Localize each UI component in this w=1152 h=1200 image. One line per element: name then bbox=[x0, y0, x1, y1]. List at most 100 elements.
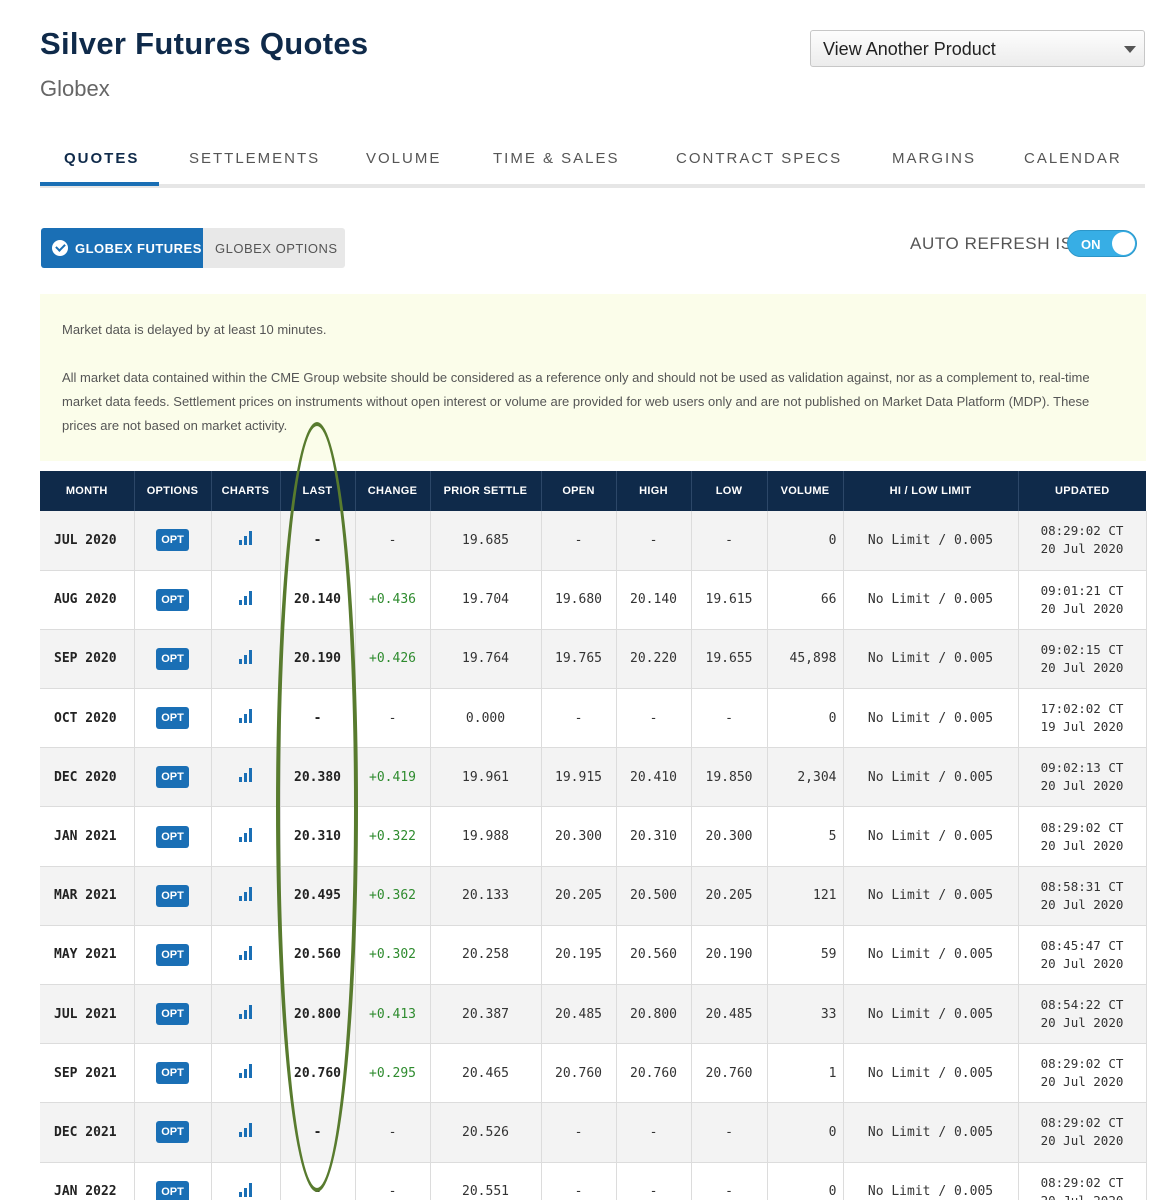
opt-button[interactable]: OPT bbox=[156, 943, 189, 966]
table-row: OCT 2020 OPT - -0.000- - -0 No Limit / 0.005 17… bbox=[40, 688, 1147, 749]
cell-open: 20.760 bbox=[541, 1043, 617, 1104]
cell-high: 20.560 bbox=[616, 925, 692, 986]
cell-updated: 09:02:15 CT 20 Jul 2020 bbox=[1018, 629, 1147, 690]
updated-time: 08:54:22 CT bbox=[1040, 997, 1124, 1013]
bar-chart-icon[interactable] bbox=[239, 531, 252, 546]
cell-updated: 08:58:31 CT 20 Jul 2020 bbox=[1018, 866, 1147, 926]
bar-chart-icon[interactable] bbox=[239, 1005, 252, 1020]
col-low[interactable]: LOW bbox=[690, 471, 767, 511]
bar-chart-icon[interactable] bbox=[239, 649, 252, 664]
cell-low: 19.615 bbox=[691, 570, 768, 630]
opt-button[interactable]: OPT bbox=[156, 1062, 189, 1085]
auto-refresh-toggle[interactable]: ON bbox=[1067, 230, 1137, 257]
cell-open: - bbox=[541, 1102, 617, 1163]
cell-open: - bbox=[541, 688, 617, 749]
check-circle-icon bbox=[52, 240, 68, 256]
cell-open: 19.915 bbox=[541, 747, 617, 808]
cell-last: 20.760 bbox=[280, 1043, 356, 1104]
cell-low: 19.655 bbox=[691, 629, 768, 690]
cell-prior-settle: 20.551 bbox=[430, 1162, 542, 1200]
col-volume[interactable]: VOLUME bbox=[766, 471, 843, 511]
opt-button[interactable]: OPT bbox=[156, 707, 189, 730]
col-charts[interactable]: CHARTS bbox=[210, 471, 280, 511]
cell-last: - bbox=[280, 1102, 356, 1163]
bar-chart-icon[interactable] bbox=[239, 709, 252, 724]
cell-low: - bbox=[691, 1102, 768, 1163]
col-options[interactable]: OPTIONS bbox=[133, 471, 211, 511]
updated-date: 20 Jul 2020 bbox=[1040, 1133, 1124, 1149]
opt-button[interactable]: OPT bbox=[156, 1003, 189, 1026]
cell-prior-settle: 20.133 bbox=[430, 866, 542, 926]
bar-chart-icon[interactable] bbox=[239, 827, 252, 842]
table-row: MAY 2021 OPT 20.560 +0.302 20.258 20.195 20.56… bbox=[40, 925, 1147, 986]
cell-updated: 17:02:02 CT 19 Jul 2020 bbox=[1018, 688, 1147, 749]
cell-low: - bbox=[691, 1162, 768, 1200]
cell-high: 20.310 bbox=[616, 806, 692, 867]
bar-chart-icon[interactable] bbox=[239, 886, 252, 901]
tab-quotes[interactable]: QUOTES bbox=[64, 150, 139, 167]
updated-date: 20 Jul 2020 bbox=[1040, 778, 1124, 794]
opt-button[interactable]: OPT bbox=[156, 766, 189, 789]
table-row: JUL 2020 OPT - -19.685- - -0 No Limit / 0.005 0… bbox=[40, 511, 1147, 571]
cell-open: 19.680 bbox=[541, 570, 617, 630]
table-row: DEC 2021 OPT - -20.526- - -0 No Limit / 0.005 0… bbox=[40, 1102, 1147, 1163]
cell-prior-settle: 19.685 bbox=[430, 511, 542, 571]
cell-change: +0.302 bbox=[355, 925, 431, 986]
updated-date: 20 Jul 2020 bbox=[1040, 1015, 1124, 1031]
cell-prior-settle: 19.988 bbox=[430, 806, 542, 867]
cell-hi-low-limit: No Limit / 0.005 bbox=[843, 1162, 1019, 1200]
updated-time: 08:29:02 CT bbox=[1040, 1115, 1124, 1131]
cell-last: 20.800 bbox=[280, 984, 356, 1045]
opt-button[interactable]: OPT bbox=[156, 884, 189, 907]
cell-updated: 08:29:02 CT 20 Jul 2020 bbox=[1018, 1043, 1147, 1104]
col-month[interactable]: MONTH bbox=[40, 471, 134, 511]
opt-button[interactable]: OPT bbox=[156, 1180, 189, 1200]
cell-last: - bbox=[280, 688, 356, 749]
tab-settlements[interactable]: SETTLEMENTS bbox=[189, 150, 320, 167]
table-row: DEC 2020 OPT 20.380 +0.419 19.961 19.915 20.41… bbox=[40, 747, 1147, 808]
updated-date: 20 Jul 2020 bbox=[1040, 955, 1124, 971]
bar-chart-icon[interactable] bbox=[239, 1064, 252, 1079]
page-title: Silver Futures Quotes bbox=[40, 26, 369, 61]
table-row: MAR 2021 OPT 20.495 +0.362 20.133 20.205 20.50… bbox=[40, 866, 1147, 926]
tab-volume[interactable]: VOLUME bbox=[366, 150, 441, 167]
globex-futures-button[interactable]: GLOBEX FUTURES bbox=[41, 228, 203, 268]
col-hi-low-limit[interactable]: HI / LOW LIMIT bbox=[842, 471, 1018, 511]
bar-chart-icon[interactable] bbox=[239, 1123, 252, 1138]
product-select[interactable]: View Another Product bbox=[810, 30, 1145, 67]
bar-chart-icon[interactable] bbox=[239, 1182, 252, 1197]
cell-hi-low-limit: No Limit / 0.005 bbox=[843, 984, 1019, 1045]
opt-button[interactable]: OPT bbox=[156, 1121, 189, 1144]
col-open[interactable]: OPEN bbox=[540, 471, 616, 511]
bar-chart-icon[interactable] bbox=[239, 768, 252, 783]
globex-options-button[interactable]: GLOBEX OPTIONS bbox=[203, 228, 345, 268]
col-high[interactable]: HIGH bbox=[615, 471, 691, 511]
cell-change: +0.419 bbox=[355, 747, 431, 808]
caret-down-icon bbox=[1124, 46, 1136, 53]
cell-month: MAY 2021 bbox=[40, 925, 135, 986]
col-updated[interactable]: UPDATED bbox=[1017, 471, 1146, 511]
col-last[interactable]: LAST bbox=[279, 471, 355, 511]
tab-calendar[interactable]: CALENDAR bbox=[1024, 150, 1122, 167]
cell-month: JUL 2020 bbox=[40, 511, 135, 571]
tab-time-sales[interactable]: TIME & SALES bbox=[493, 150, 620, 167]
bar-chart-icon[interactable] bbox=[239, 945, 252, 960]
opt-button[interactable]: OPT bbox=[156, 529, 189, 552]
cell-charts bbox=[211, 511, 281, 571]
opt-button[interactable]: OPT bbox=[156, 647, 189, 670]
cell-prior-settle: 19.704 bbox=[430, 570, 542, 630]
opt-button[interactable]: OPT bbox=[156, 825, 189, 848]
bar-chart-icon[interactable] bbox=[239, 590, 252, 605]
tab-margins[interactable]: MARGINS bbox=[892, 150, 976, 167]
col-prior-settle[interactable]: PRIOR SETTLE bbox=[429, 471, 541, 511]
cell-hi-low-limit: No Limit / 0.005 bbox=[843, 511, 1019, 571]
opt-button[interactable]: OPT bbox=[156, 588, 189, 611]
updated-date: 20 Jul 2020 bbox=[1040, 837, 1124, 853]
cell-volume: 0 bbox=[767, 1102, 844, 1163]
cell-hi-low-limit: No Limit / 0.005 bbox=[843, 866, 1019, 926]
tab-contract-specs[interactable]: CONTRACT SPECS bbox=[676, 150, 842, 167]
cell-volume: 66 bbox=[767, 570, 844, 630]
cell-prior-settle: 20.258 bbox=[430, 925, 542, 986]
cell-prior-settle: 20.465 bbox=[430, 1043, 542, 1104]
col-change[interactable]: CHANGE bbox=[354, 471, 430, 511]
